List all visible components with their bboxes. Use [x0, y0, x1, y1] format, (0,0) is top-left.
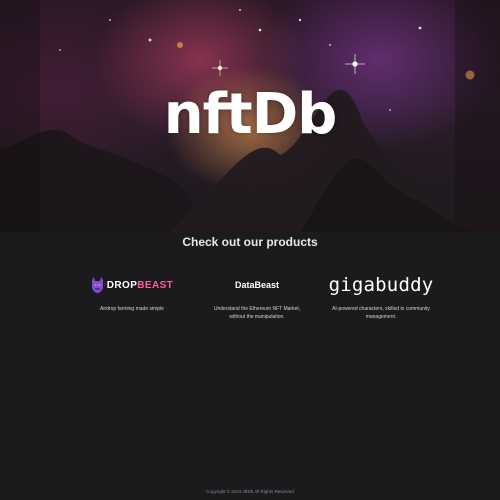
beast-mascot-icon — [91, 277, 103, 293]
databeast-description-line2: without the manipulation. — [229, 313, 285, 320]
hero-banner: nftDb — [0, 0, 500, 232]
gigabuddy-description-line1: AI-powered characters, skilled in commun… — [332, 306, 430, 312]
gigabuddy-description-line2: management. — [365, 313, 397, 320]
products-section-title: Check out our products — [182, 235, 318, 249]
dropbeast-description: Airdrop farming made simple — [100, 306, 164, 312]
product-card-databeast[interactable]: DataBeast Understand the Ethereum NFT Ma… — [187, 268, 327, 321]
dropbeast-logo[interactable]: DROPBEAST — [91, 277, 173, 293]
product-card-dropbeast[interactable]: DROPBEAST Airdrop farming made simple — [62, 268, 202, 314]
databeast-logo[interactable]: DataBeast — [235, 280, 279, 290]
gigabuddy-logo[interactable]: gigabuddy — [329, 274, 434, 296]
dropbeast-name-part1: DROP — [106, 279, 138, 291]
product-card-gigabuddy[interactable]: gigabuddy AI-powered characters, skilled… — [311, 268, 451, 321]
dropbeast-name-part2: BEAST — [137, 279, 174, 291]
site-logo[interactable]: nftDb — [0, 82, 500, 147]
footer-copyright: Copyright © 2023 nftDb All Rights Reserv… — [206, 489, 294, 494]
databeast-description-line1: Understand the Ethereum NFT Market, — [213, 306, 301, 312]
